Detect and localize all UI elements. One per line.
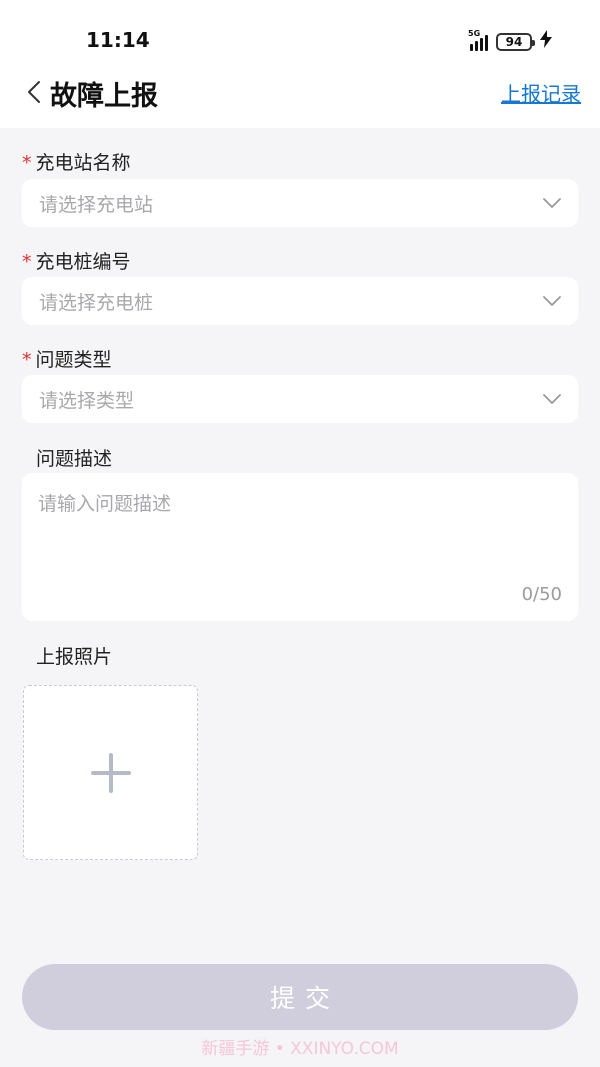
battery-icon: 94 — [496, 32, 535, 51]
issue-type-select[interactable]: 请选择类型 — [22, 375, 578, 423]
back-button[interactable] — [22, 80, 46, 104]
bolt-icon — [540, 30, 552, 53]
station-label-text: 充电站名称 — [35, 152, 131, 174]
required-mark: * — [22, 349, 32, 371]
chevron-down-icon — [542, 389, 562, 409]
char-counter: 0/50 — [521, 584, 562, 605]
page-title: 故障上报 — [50, 81, 158, 112]
charger-label-text: 充电桩编号 — [35, 251, 131, 273]
submit-button[interactable]: 提交 — [22, 964, 578, 1030]
charger-select[interactable]: 请选择充电桩 — [22, 277, 578, 325]
required-mark: * — [22, 251, 32, 273]
station-label: * 充电站名称 — [22, 148, 131, 175]
chevron-left-icon — [28, 81, 40, 103]
plus-icon — [90, 752, 131, 793]
issue-type-label-text: 问题类型 — [35, 349, 112, 371]
photos-label: 上报照片 — [36, 646, 113, 668]
required-mark: * — [22, 152, 32, 174]
station-placeholder: 请选择充电站 — [39, 193, 154, 216]
status-bar: 11:14 5G 94 — [0, 0, 600, 70]
watermark: 新疆手游 • XXINYO.COM — [201, 1039, 399, 1059]
station-select[interactable]: 请选择充电站 — [22, 179, 578, 227]
issue-type-label: * 问题类型 — [22, 345, 112, 372]
nav-bar: 故障上报 上报记录 — [0, 70, 600, 128]
submit-label: 提交 — [269, 984, 340, 1013]
signal-icon: 5G — [468, 29, 488, 51]
description-placeholder: 请输入问题描述 — [38, 493, 172, 515]
status-time: 11:14 — [86, 28, 150, 52]
issue-type-placeholder: 请选择类型 — [39, 389, 135, 412]
charger-placeholder: 请选择充电桩 — [39, 291, 154, 314]
description-label: 问题描述 — [36, 448, 113, 470]
battery-level: 94 — [505, 34, 523, 49]
chevron-down-icon — [542, 193, 562, 213]
charger-label: * 充电桩编号 — [22, 247, 131, 274]
description-textarea[interactable]: 请输入问题描述 0/50 — [22, 473, 578, 621]
report-history-link[interactable]: 上报记录 — [501, 78, 581, 107]
network-type: 5G — [468, 28, 481, 38]
status-indicators: 5G 94 — [468, 29, 552, 53]
photo-upload-button[interactable] — [23, 685, 198, 860]
chevron-down-icon — [542, 291, 562, 311]
